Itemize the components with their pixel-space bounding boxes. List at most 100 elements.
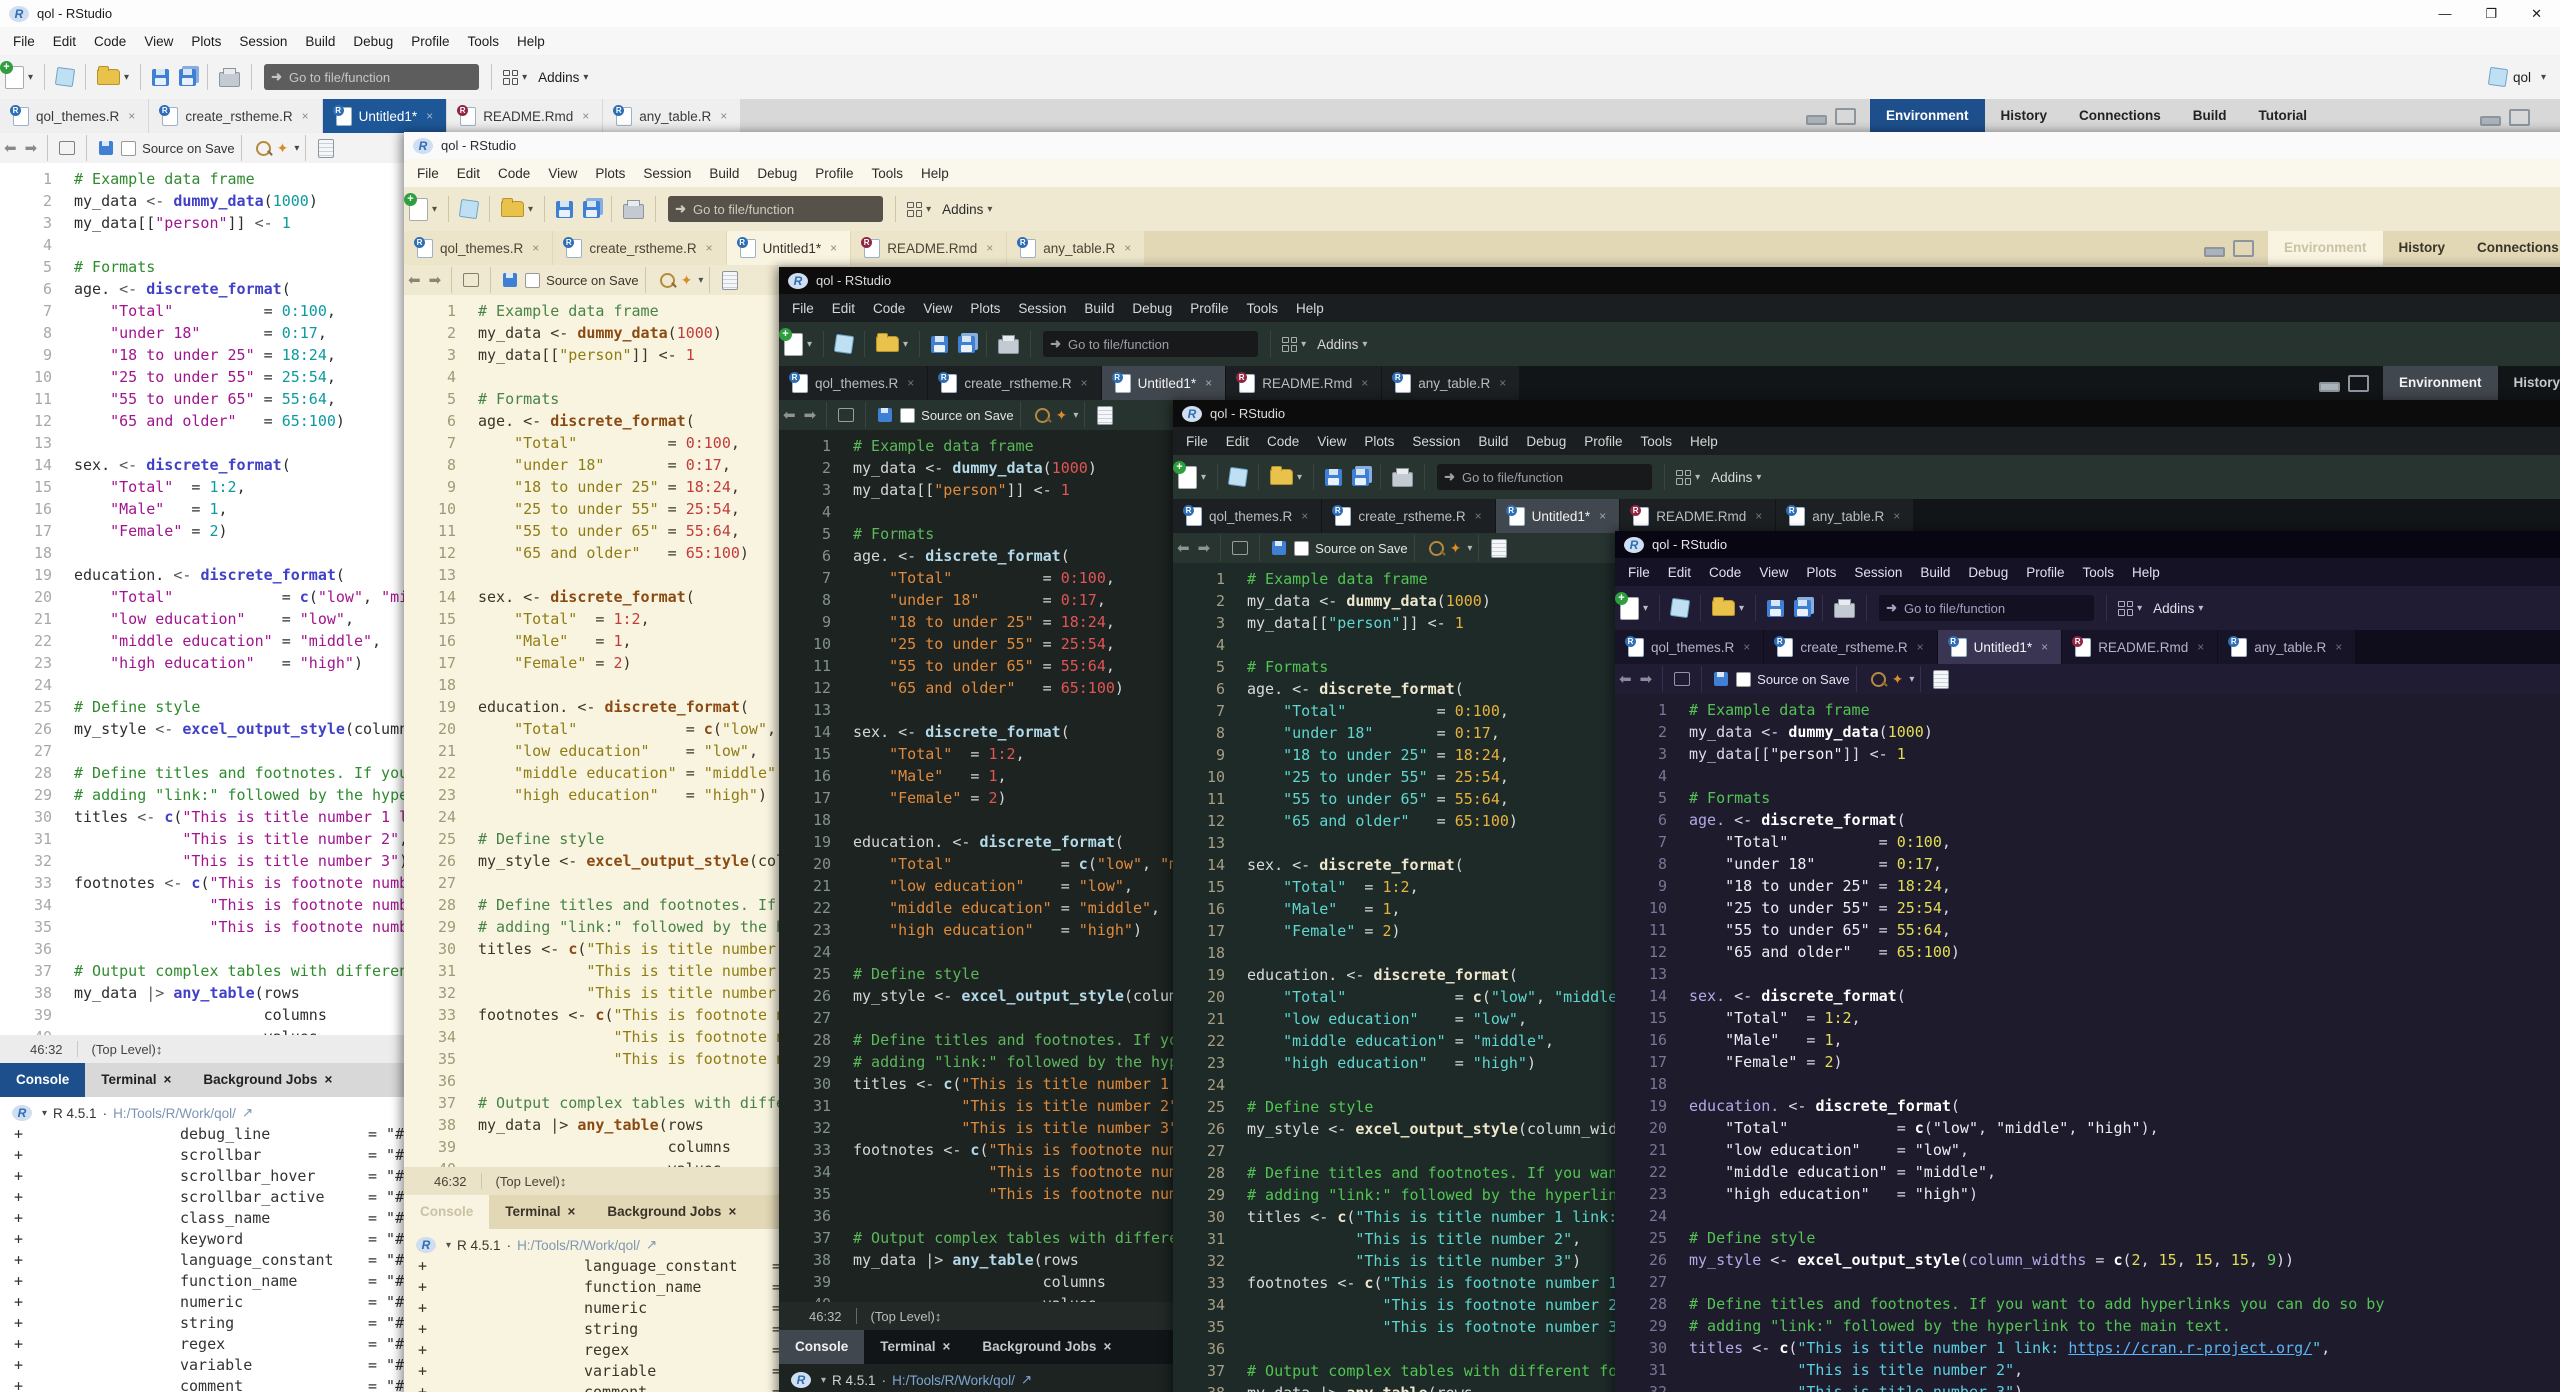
console-tab-terminal[interactable]: Terminal× — [489, 1195, 591, 1229]
source-on-save-checkbox[interactable] — [900, 408, 915, 423]
working-directory-link[interactable]: H:/Tools/R/Work/qol/ — [892, 1373, 1015, 1388]
editor-tab-qol-themes-r[interactable]: qol_themes.R× — [1173, 499, 1321, 533]
menu-item-plots[interactable]: Plots — [961, 301, 1009, 316]
menu-item-profile[interactable]: Profile — [1575, 434, 1631, 449]
menu-item-help[interactable]: Help — [508, 34, 554, 49]
editor-tab-readme-rmd[interactable]: README.Rmd× — [1226, 366, 1381, 400]
back-button[interactable]: ⬅ — [783, 406, 796, 424]
open-file-button[interactable]: ▾ — [876, 336, 908, 352]
menu-item-edit[interactable]: Edit — [44, 34, 85, 49]
editor-tab-create-rstheme-r[interactable]: create_rstheme.R× — [149, 99, 321, 133]
tab-close-icon[interactable]: × — [1124, 241, 1131, 255]
close-button[interactable]: ✕ — [2531, 6, 2542, 22]
back-button[interactable]: ⬅ — [408, 271, 421, 289]
tab-close-icon[interactable]: × — [568, 1195, 576, 1229]
menu-item-session[interactable]: Session — [1845, 565, 1911, 580]
scope-indicator[interactable]: (Top Level) — [92, 1042, 156, 1057]
project-selector[interactable]: qol▾ — [2489, 55, 2546, 99]
editor-tab-untitled1-[interactable]: Untitled1*× — [1496, 499, 1620, 533]
editor-tab-untitled1-[interactable]: Untitled1*× — [1102, 366, 1226, 400]
editor-tab-any-table-r[interactable]: any_table.R× — [1776, 499, 1913, 533]
tab-close-icon[interactable]: × — [1475, 509, 1482, 523]
search-icon[interactable] — [1429, 541, 1444, 556]
save-all-button[interactable] — [958, 336, 975, 353]
tab-close-icon[interactable]: × — [1755, 509, 1762, 523]
open-in-window-button[interactable] — [59, 141, 75, 155]
forward-button[interactable]: ➡ — [1198, 539, 1211, 557]
save-all-button[interactable] — [583, 201, 600, 218]
tab-close-icon[interactable]: × — [1103, 1330, 1111, 1364]
menu-item-file[interactable]: File — [1619, 565, 1659, 580]
code-tools-icon[interactable]: ✦ — [1056, 407, 1068, 424]
tab-close-icon[interactable]: × — [582, 109, 589, 123]
tab-close-icon[interactable]: × — [324, 1063, 332, 1097]
menu-item-build[interactable]: Build — [296, 34, 344, 49]
code-tools-icon[interactable]: ✦ — [681, 272, 693, 289]
compile-notebook-icon[interactable] — [1097, 406, 1113, 425]
menu-item-debug[interactable]: Debug — [1959, 565, 2017, 580]
print-button[interactable] — [1392, 468, 1413, 487]
print-button[interactable] — [1834, 599, 1855, 618]
menu-item-debug[interactable]: Debug — [344, 34, 402, 49]
pane-layout-button[interactable]: ▾ — [2118, 601, 2142, 616]
pane-minimize-icon[interactable] — [2480, 116, 2501, 126]
menu-item-session[interactable]: Session — [634, 166, 700, 181]
compile-notebook-icon[interactable] — [722, 271, 738, 290]
new-file-button[interactable]: ▾ — [784, 333, 812, 356]
menu-item-tools[interactable]: Tools — [1237, 301, 1287, 316]
pane-maximize-icon[interactable] — [1835, 108, 1856, 125]
menu-item-tools[interactable]: Tools — [2073, 565, 2123, 580]
menu-item-debug[interactable]: Debug — [1123, 301, 1181, 316]
editor-tab-untitled1-[interactable]: Untitled1*× — [727, 231, 851, 265]
menu-item-profile[interactable]: Profile — [402, 34, 458, 49]
menu-item-code[interactable]: Code — [1700, 565, 1750, 580]
pane-minimize-icon[interactable] — [2204, 247, 2225, 257]
pane-layout-button[interactable]: ▾ — [1282, 337, 1306, 352]
menu-item-tools[interactable]: Tools — [458, 34, 508, 49]
new-project-button[interactable] — [835, 335, 853, 353]
search-icon[interactable] — [660, 273, 675, 288]
back-button[interactable]: ⬅ — [1619, 670, 1632, 688]
editor-tab-readme-rmd[interactable]: README.Rmd× — [1620, 499, 1775, 533]
save-button[interactable] — [99, 141, 113, 155]
working-directory-link[interactable]: H:/Tools/R/Work/qol/ — [517, 1238, 640, 1253]
pane-maximize-icon[interactable] — [2233, 240, 2254, 257]
tab-close-icon[interactable]: × — [907, 376, 914, 390]
tab-close-icon[interactable]: × — [302, 109, 309, 123]
source-on-save-checkbox[interactable] — [1294, 541, 1309, 556]
tab-close-icon[interactable]: × — [2335, 640, 2342, 654]
pane-tab-environment[interactable]: Environment — [2383, 366, 2498, 400]
code-tools-icon[interactable]: ✦ — [1892, 671, 1904, 688]
console-tab-background-jobs[interactable]: Background Jobs× — [187, 1063, 348, 1097]
addins-button[interactable]: Addins▾ — [2153, 601, 2203, 616]
compile-notebook-icon[interactable] — [1491, 539, 1507, 558]
editor-tab-any-table-r[interactable]: any_table.R× — [1382, 366, 1519, 400]
pane-layout-button[interactable]: ▾ — [503, 70, 527, 85]
addins-button[interactable]: Addins▾ — [1711, 470, 1761, 485]
new-project-button[interactable] — [1229, 468, 1247, 486]
pane-layout-button[interactable]: ▾ — [907, 202, 931, 217]
tab-close-icon[interactable]: × — [2197, 640, 2204, 654]
console-tab-background-jobs[interactable]: Background Jobs× — [591, 1195, 752, 1229]
editor-tab-create-rstheme-r[interactable]: create_rstheme.R× — [1322, 499, 1494, 533]
new-file-button[interactable]: ▾ — [5, 66, 33, 89]
console-tab-console[interactable]: Console — [779, 1330, 864, 1364]
save-all-button[interactable] — [1352, 469, 1369, 486]
menu-item-build[interactable]: Build — [700, 166, 748, 181]
new-project-button[interactable] — [56, 68, 74, 86]
save-button[interactable] — [1714, 672, 1728, 686]
source-on-save-checkbox[interactable] — [121, 141, 136, 156]
pane-tab-history[interactable]: History — [1985, 99, 2064, 133]
open-in-window-button[interactable] — [1674, 672, 1690, 686]
menu-item-view[interactable]: View — [914, 301, 961, 316]
open-file-button[interactable]: ▾ — [1270, 469, 1302, 485]
code-tools-icon[interactable]: ✦ — [1450, 540, 1462, 557]
goto-file-input[interactable]: ➜Go to file/function — [264, 64, 479, 90]
pane-maximize-icon[interactable] — [2348, 375, 2369, 392]
editor-tab-create-rstheme-r[interactable]: create_rstheme.R× — [553, 231, 725, 265]
tab-close-icon[interactable]: × — [1893, 509, 1900, 523]
menu-item-edit[interactable]: Edit — [448, 166, 489, 181]
working-directory-link[interactable]: H:/Tools/R/Work/qol/ — [113, 1106, 236, 1121]
forward-button[interactable]: ➡ — [25, 139, 38, 157]
search-icon[interactable] — [256, 141, 271, 156]
